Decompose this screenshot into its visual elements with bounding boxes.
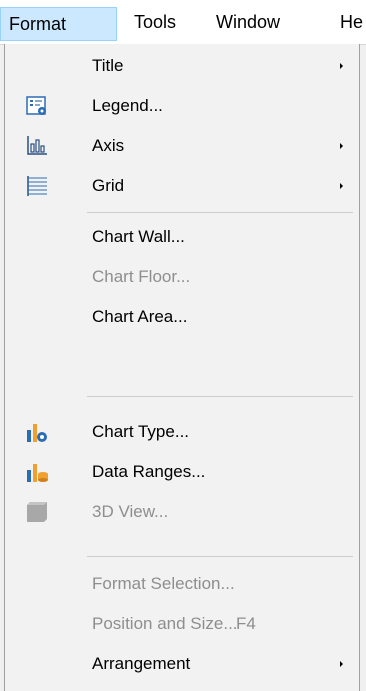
chart-type-icon [25, 420, 49, 444]
menu-item-axis[interactable]: Axis [5, 126, 359, 166]
menu-item-grid[interactable]: Grid [5, 166, 359, 206]
submenu-arrow-icon [340, 183, 343, 189]
menu-item-format-selection-label: Format Selection... [92, 574, 235, 593]
menu-item-legend[interactable]: Legend... [5, 86, 359, 126]
menu-format[interactable]: Format [0, 7, 117, 41]
menu-bar: Format Tools Window He [0, 0, 366, 45]
menu-item-legend-label: Legend... [92, 96, 163, 115]
submenu-arrow-icon [340, 143, 343, 149]
submenu-arrow-icon [340, 661, 343, 667]
menu-separator [87, 212, 353, 213]
axis-icon [25, 134, 49, 158]
menu-item-position-and-size-label: Position and Size... [92, 614, 238, 633]
menu-window[interactable]: Window [216, 7, 280, 37]
3d-view-icon [25, 500, 49, 524]
menu-item-arrangement-label: Arrangement [92, 654, 191, 673]
menu-item-chart-floor-label: Chart Floor... [92, 267, 191, 286]
menu-item-chart-wall[interactable]: Chart Wall... [5, 217, 359, 257]
format-dropdown-menu: Title Legend... Axis Grid Chart Wall... … [4, 44, 360, 691]
menu-item-3d-view-label: 3D View... [92, 502, 169, 521]
menu-item-chart-floor[interactable]: Chart Floor... [5, 257, 359, 297]
menu-help[interactable]: He [340, 7, 363, 37]
menu-item-3d-view[interactable]: 3D View... [5, 492, 359, 532]
menu-item-title[interactable]: Title [5, 46, 359, 86]
menu-tools-label: Tools [134, 12, 177, 32]
menu-item-data-ranges[interactable]: Data Ranges... [5, 452, 359, 492]
data-ranges-icon [25, 460, 49, 484]
menu-item-data-ranges-label: Data Ranges... [92, 462, 206, 481]
menu-item-chart-area-label: Chart Area... [92, 307, 188, 326]
legend-icon [25, 94, 49, 118]
menu-help-label: He [340, 12, 364, 32]
menu-window-label: Window [216, 12, 281, 32]
menu-item-axis-label: Axis [92, 136, 125, 155]
menu-item-chart-wall-label: Chart Wall... [92, 227, 185, 246]
menu-tools[interactable]: Tools [134, 7, 176, 37]
menu-item-title-label: Title [92, 56, 124, 75]
menu-item-position-and-size-shortcut: F4 [236, 614, 256, 633]
menu-format-label: Format [9, 14, 67, 34]
menu-item-position-and-size[interactable]: Position and Size... F4 [5, 604, 359, 644]
menu-item-chart-type-label: Chart Type... [92, 422, 190, 441]
menu-item-chart-area[interactable]: Chart Area... [5, 297, 359, 337]
menu-item-arrangement[interactable]: Arrangement [5, 644, 359, 684]
menu-item-chart-type[interactable]: Chart Type... [5, 412, 359, 452]
menu-separator [87, 396, 353, 397]
grid-icon [25, 174, 49, 198]
submenu-arrow-icon [340, 63, 343, 69]
menu-item-grid-label: Grid [92, 176, 125, 195]
menu-separator [87, 556, 353, 557]
menu-item-format-selection[interactable]: Format Selection... [5, 564, 359, 604]
